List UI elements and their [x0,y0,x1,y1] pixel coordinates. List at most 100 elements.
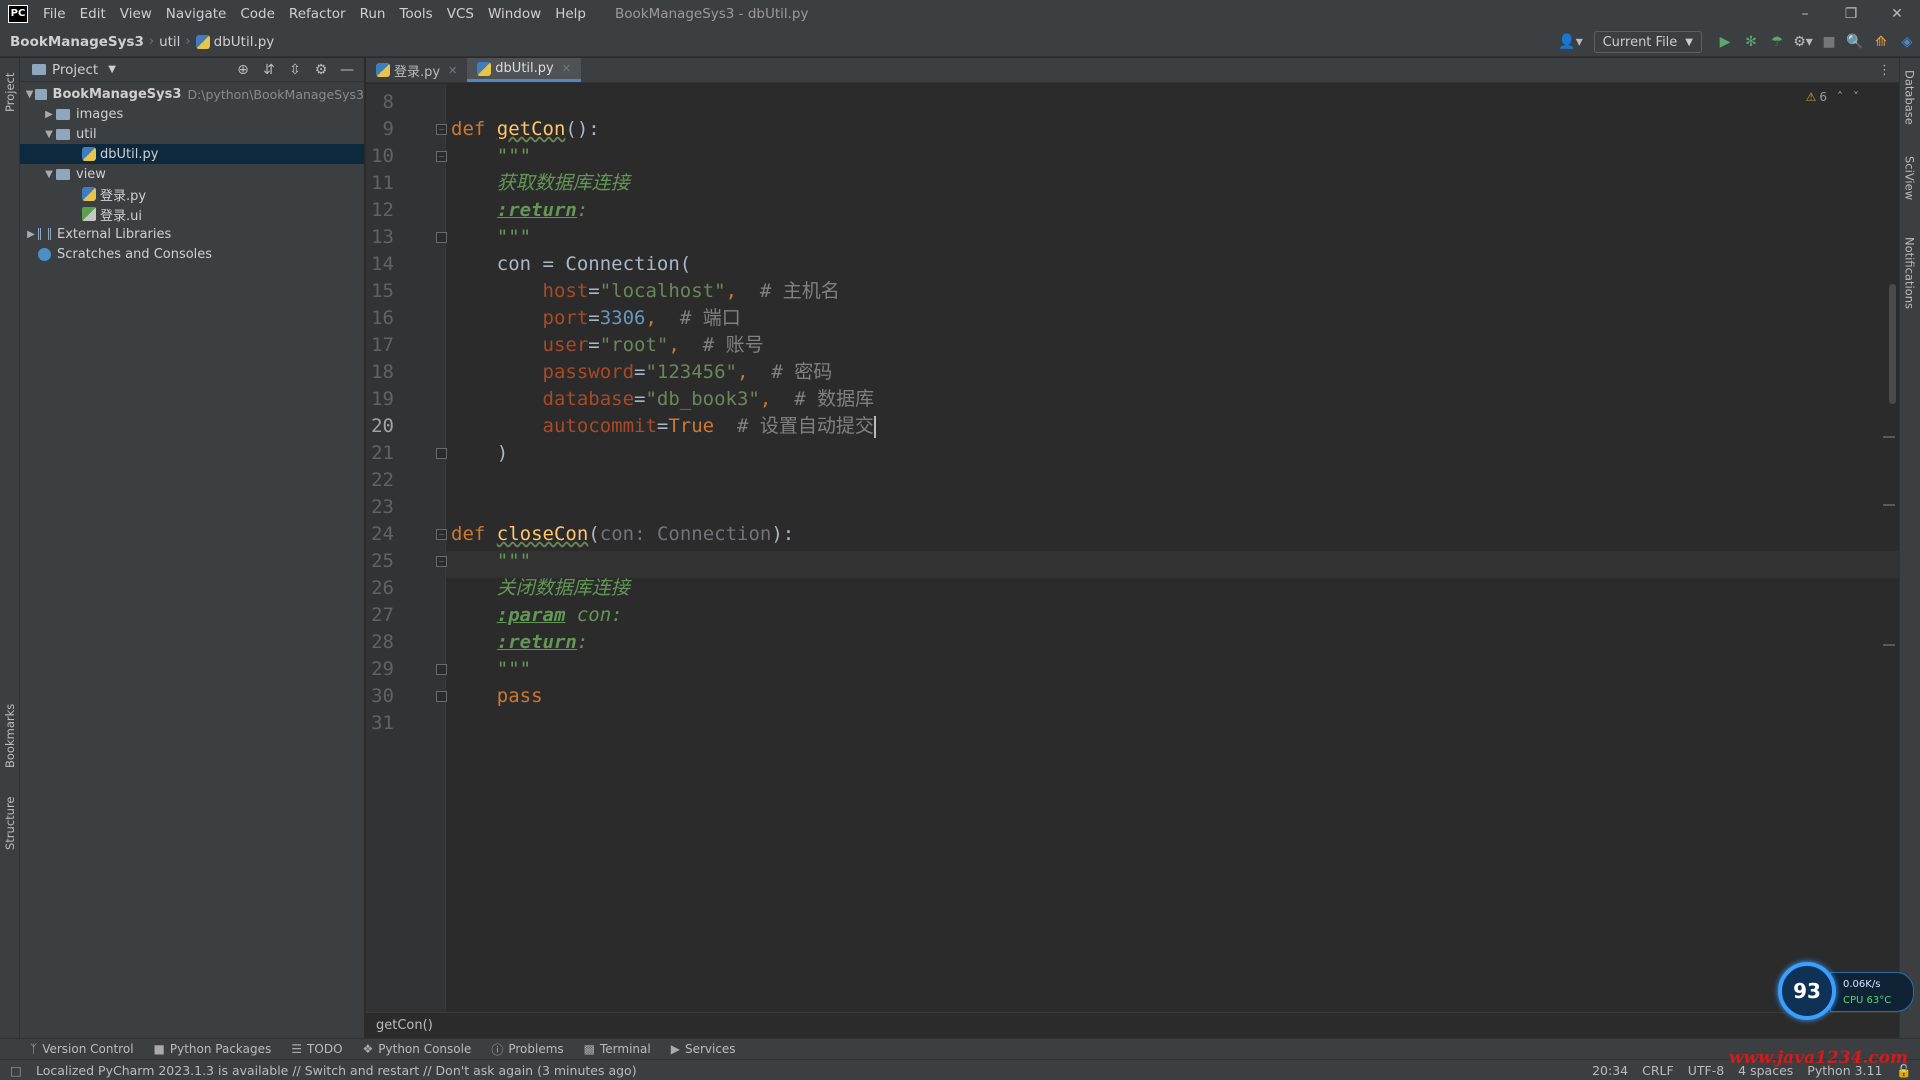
fold-marker-icon[interactable] [436,448,447,459]
close-icon[interactable]: ✕ [1874,0,1920,27]
run-config-select[interactable]: Current File ▼ [1593,31,1702,53]
menu-help[interactable]: Help [548,6,593,22]
version-control-tool[interactable]: ᛉ Version Control [30,1042,134,1056]
ide-features-icon[interactable]: ◈ [1894,30,1920,54]
tab-login-py[interactable]: 登录.py ✕ [366,58,467,82]
status-message[interactable]: Localized PyCharm 2023.1.3 is available … [36,1063,637,1078]
warning-icon: ⚠ [1805,90,1817,104]
close-tab-icon[interactable]: ✕ [562,62,571,75]
project-tool-tab[interactable]: Project [0,62,20,122]
breadcrumb-project[interactable]: BookManageSys3 [10,34,144,50]
menu-code[interactable]: Code [233,6,282,22]
line-separator[interactable]: CRLF [1642,1063,1674,1078]
menu-refactor[interactable]: Refactor [282,6,353,22]
stop-icon[interactable]: ■ [1816,30,1842,54]
menu-navigate[interactable]: Navigate [159,6,234,22]
tab-dbutil-py[interactable]: dbUtil.py ✕ [467,58,581,82]
code-editor[interactable]: 8 9 10 11 12 13 14 15 16 17 18 19 20 21 … [366,84,1899,1012]
tree-item-dbutil[interactable]: dbUtil.py [20,144,364,164]
tree-item-external-libraries[interactable]: ▶ External Libraries [20,224,364,244]
project-view-select[interactable]: Project ▼ [32,62,116,78]
problems-tool[interactable]: ⓘ Problems [491,1041,563,1058]
python-file-icon [376,63,390,77]
window-title: BookManageSys3 - dbUtil.py [614,5,809,22]
menu-vcs[interactable]: VCS [440,6,481,22]
status-bar: □ Localized PyCharm 2023.1.3 is availabl… [0,1059,1920,1080]
vertical-scrollbar[interactable] [1889,284,1896,404]
menu-tools[interactable]: Tools [392,6,439,22]
editor-tab-bar: 登录.py ✕ dbUtil.py ✕ ⋮ [366,58,1899,83]
menu-window[interactable]: Window [481,6,548,22]
expand-all-icon[interactable]: ⇵ [256,62,282,78]
hide-icon[interactable]: — [334,62,360,78]
breadcrumb-util[interactable]: util [159,34,180,50]
speed-monitor-widget: 0.06K/s CPU 63°C 93 [1778,962,1914,1020]
breadcrumb-function[interactable]: getCon() [376,1018,433,1033]
python-packages-tool[interactable]: ■ Python Packages [154,1042,272,1056]
search-icon[interactable]: 🔍 [1842,30,1868,54]
pycharm-logo-icon[interactable]: PC [8,4,28,23]
coverage-icon[interactable]: ☂ [1764,30,1790,54]
close-tab-icon[interactable]: ✕ [448,64,457,77]
menu-run[interactable]: Run [353,6,393,22]
tree-item-login-ui[interactable]: 登录.ui [20,204,364,224]
fold-marker-icon[interactable]: − [436,124,447,135]
tab-options-icon[interactable]: ⋮ [1878,58,1899,82]
minimize-icon[interactable]: – [1782,0,1828,27]
tree-item-images[interactable]: ▶ images [20,104,364,124]
pycharm-window: PC File Edit View Navigate Code Refactor… [0,0,1920,1080]
tree-item-login-py[interactable]: 登录.py [20,184,364,204]
right-tool-stripe: Database SciView Notifications [1899,58,1920,1038]
tree-item-label: 登录.ui [100,208,142,224]
fold-marker-icon[interactable]: − [436,556,447,567]
menu-view[interactable]: View [113,6,159,22]
restore-icon[interactable]: ❐ [1828,0,1874,27]
fold-marker-icon[interactable]: − [436,529,447,540]
layout-icon[interactable]: □ [10,1063,22,1078]
sciview-tool-tab[interactable]: SciView [1899,148,1920,208]
debug-icon[interactable]: ✻ [1738,30,1764,54]
tree-item-label: util [76,126,97,142]
structure-tool-tab[interactable]: Structure [0,788,20,858]
tool-label: Version Control [42,1042,134,1056]
collapse-all-icon[interactable]: ⇳ [282,62,308,78]
gear-icon[interactable]: ⚙ [308,62,334,78]
chevron-down-icon: ▼ [108,64,116,75]
code-line-26: 关闭数据库连接 [496,577,630,599]
tree-item-scratches[interactable]: Scratches and Consoles [20,244,364,264]
folder-icon [35,88,47,100]
fold-marker-icon[interactable]: − [436,151,447,162]
fold-marker-icon[interactable] [436,691,447,702]
file-encoding[interactable]: UTF-8 [1688,1063,1724,1078]
code-line-16: port=3306, # 端口 [542,307,741,329]
bookmarks-tool-tab[interactable]: Bookmarks [0,698,20,773]
editor-breadcrumb[interactable]: getCon() [366,1012,1899,1038]
update-icon[interactable]: ⟰ [1868,30,1894,54]
services-tool[interactable]: ▶ Services [671,1042,736,1056]
breadcrumb-file[interactable]: dbUtil.py [195,34,274,50]
line-number: 24 [371,523,394,545]
inspection-widget[interactable]: ⚠ 6 ˄ ˅ [1806,90,1859,104]
terminal-tool[interactable]: ▩ Terminal [584,1042,651,1056]
caret-position[interactable]: 20:34 [1592,1063,1628,1078]
fold-marker-icon[interactable] [436,664,447,675]
user-icon[interactable]: 👤▾ [1558,30,1584,54]
tree-item-label: BookManageSys3 [52,86,182,102]
locate-icon[interactable]: ⊕ [230,62,256,78]
database-tool-tab[interactable]: Database [1899,62,1920,132]
profile-icon[interactable]: ⚙▾ [1790,30,1816,54]
chevron-down-icon[interactable]: ˅ [1853,90,1859,104]
tree-item-view[interactable]: ▼ view [20,164,364,184]
run-icon[interactable]: ▶ [1712,30,1738,54]
tool-window-bar: ᛉ Version Control ■ Python Packages ☰ TODO … [0,1038,1920,1059]
python-console-tool[interactable]: ❖ Python Console [363,1042,472,1056]
menu-edit[interactable]: Edit [73,6,113,22]
todo-tool[interactable]: ☰ TODO [291,1042,342,1056]
tree-item-project-root[interactable]: ▼ BookManageSys3 D:\python\BookManageSys3 [20,84,364,104]
python-file-icon [82,187,96,201]
tree-item-util[interactable]: ▼ util [20,124,364,144]
chevron-up-icon[interactable]: ˄ [1837,90,1843,104]
notifications-tool-tab[interactable]: Notifications [1899,228,1920,318]
menu-file[interactable]: File [36,6,73,22]
fold-marker-icon[interactable] [436,232,447,243]
